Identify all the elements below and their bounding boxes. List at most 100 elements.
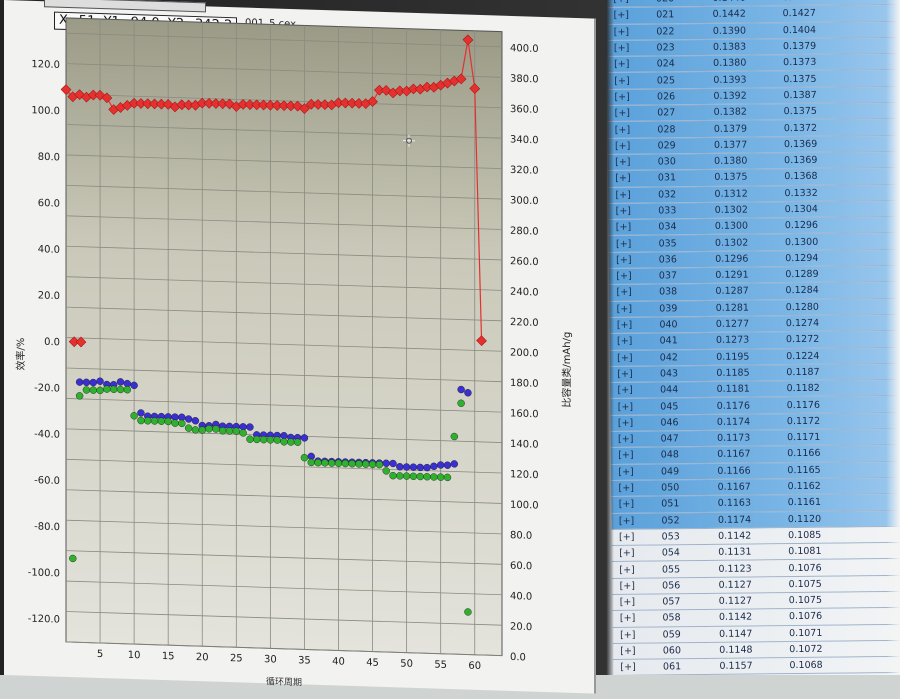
cycle-id-cell: 056 [642,580,700,592]
charge-capacity-cell: 0.1393 [695,74,765,86]
capacity-point [178,420,185,427]
table-row[interactable]: [+]0610.11570.1068 [613,657,900,675]
expand-toggle[interactable]: [+] [610,385,640,396]
right-tick-label: 200.0 [510,348,539,360]
expand-toggle[interactable]: [+] [613,662,643,673]
left-tick-label: -100.0 [28,567,60,579]
capacity-point [430,463,437,470]
expand-toggle[interactable]: [+] [611,499,641,510]
capacity-point [267,436,274,443]
discharge-capacity-cell: 0.1433 [764,0,834,3]
capacity-point [424,464,431,471]
expand-toggle[interactable]: [+] [613,629,643,640]
expand-toggle[interactable]: [+] [611,434,641,445]
discharge-capacity-cell: 0.1272 [768,334,838,346]
capacity-point [103,385,110,392]
expand-toggle[interactable]: [+] [612,532,642,543]
charge-capacity-cell: 0.1167 [699,449,769,461]
capacity-point [206,425,213,432]
cycle-id-cell: 033 [638,205,696,217]
capacity-point [131,382,138,389]
discharge-capacity-cell: 0.1171 [769,432,839,444]
capacity-point [144,417,151,424]
right-tick-label: 160.0 [510,408,539,420]
cycle-id-cell: 031 [638,172,696,184]
expand-toggle[interactable]: [+] [613,613,643,624]
discharge-capacity-cell: 0.1296 [766,220,836,232]
discharge-capacity-cell: 0.1161 [769,497,839,509]
charge-capacity-cell: 0.1287 [697,286,767,298]
discharge-capacity-cell: 0.1294 [767,252,837,264]
cycle-id-cell: 034 [638,221,696,233]
cycle-id-cell: 057 [642,596,700,608]
bottom-axis-label: 循环周期 [266,675,302,688]
expand-toggle[interactable]: [+] [610,352,640,363]
capacity-point [97,387,104,394]
capacity-point [83,379,90,386]
discharge-capacity-cell: 0.1369 [766,138,836,150]
expand-toggle[interactable]: [+] [612,548,642,559]
discharge-capacity-cell: 0.1274 [767,318,837,330]
discharge-capacity-cell: 0.1172 [768,415,838,427]
discharge-capacity-cell: 0.1166 [769,448,839,460]
cycle-data-table[interactable]: [+]0200.14460.1433[+]0210.14420.1427[+]0… [606,0,900,675]
expand-toggle[interactable]: [+] [613,646,643,657]
expand-toggle[interactable]: [+] [612,597,642,608]
capacity-point [294,439,301,446]
cycle-id-cell: 048 [641,450,699,462]
cycle-id-cell: 026 [637,91,695,103]
capacity-point [301,454,308,461]
bottom-tick-label: 5 [97,649,103,660]
panel-edge [886,0,900,675]
capacity-point [158,418,165,425]
cycle-id-cell: 032 [638,189,696,201]
expand-toggle[interactable]: [+] [611,483,641,494]
capacity-point [390,460,397,467]
bottom-tick-label: 40 [332,656,345,667]
capacity-point [124,386,131,393]
discharge-capacity-cell: 0.1373 [765,57,835,69]
right-tick-label: 220.0 [510,317,539,329]
expand-toggle[interactable]: [+] [610,369,640,380]
cycle-id-cell: 029 [638,140,696,152]
discharge-capacity-cell: 0.1162 [769,481,839,493]
capacity-point [185,415,192,422]
left-tick-label: 60.0 [38,198,60,210]
left-tick-label: -120.0 [28,614,60,626]
capacity-point [396,463,403,470]
capacity-point [328,459,335,466]
expand-toggle[interactable]: [+] [611,515,641,526]
discharge-capacity-cell: 0.1182 [768,383,838,395]
expand-toggle[interactable]: [+] [611,450,641,461]
cycle-id-cell: 046 [640,417,698,429]
capacity-point [444,462,451,469]
expand-toggle[interactable]: [+] [610,401,640,412]
right-axis: 400.0380.0360.0340.0320.0300.0280.0260.0… [510,43,539,664]
cycle-id-cell: 047 [641,433,699,445]
discharge-capacity-cell: 0.1176 [768,399,838,411]
discharge-capacity-cell: 0.1224 [768,350,838,362]
cycle-id-cell: 025 [637,75,695,87]
capacity-point [383,460,390,467]
capacity-point [458,400,465,407]
expand-toggle[interactable]: [+] [611,466,641,477]
discharge-capacity-cell: 0.1375 [765,73,835,85]
expand-toggle[interactable]: [+] [612,580,642,591]
capacity-point [117,386,124,393]
expand-toggle[interactable]: [+] [612,564,642,575]
capacity-point [83,386,90,393]
right-tick-label: 300.0 [510,195,539,207]
expand-toggle[interactable]: [+] [610,336,640,347]
cycle-chart[interactable]: 120.0100.080.060.040.020.00.0-20.0-40.0-… [4,0,594,699]
charge-capacity-cell: 0.1166 [699,465,769,477]
charge-capacity-cell: 0.1379 [695,123,765,135]
left-tick-label: 0.0 [44,337,60,348]
expand-toggle[interactable]: [+] [610,418,640,429]
right-tick-label: 360.0 [510,104,539,116]
discharge-capacity-cell: 0.1072 [771,644,841,656]
right-tick-label: 380.0 [510,74,539,86]
capacity-point [192,426,199,433]
cycle-id-cell: 041 [640,335,698,347]
capacity-point [410,464,417,471]
bottom-tick-label: 10 [128,650,141,661]
